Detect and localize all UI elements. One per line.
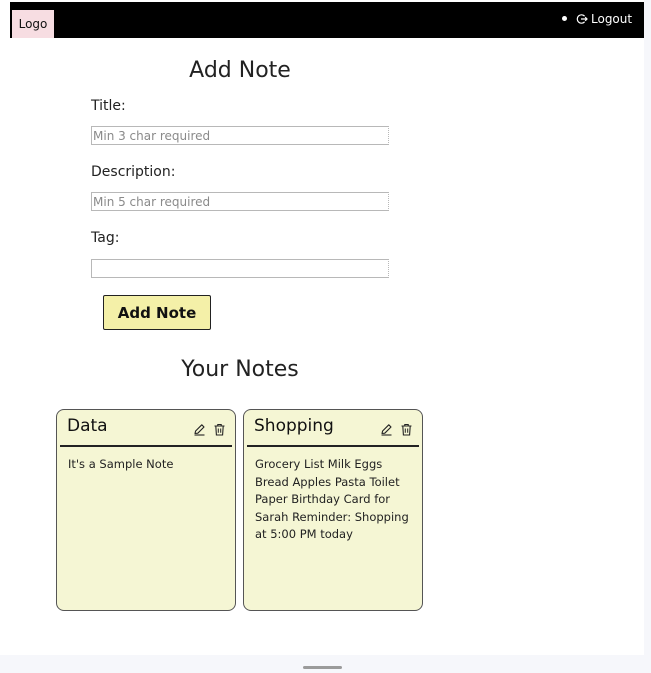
note-actions — [193, 423, 226, 436]
your-notes-heading: Your Notes — [181, 357, 299, 382]
description-label: Description: — [91, 164, 176, 180]
note-divider — [247, 445, 419, 447]
logout-icon — [576, 13, 588, 25]
note-card: Data It's a Sample Note — [56, 409, 236, 611]
home-indicator — [303, 666, 342, 669]
note-divider — [60, 445, 232, 447]
tag-label: Tag: — [91, 230, 120, 246]
logout-link[interactable]: Logout — [576, 10, 632, 28]
title-input[interactable] — [91, 126, 389, 145]
nav-bullet — [562, 16, 567, 21]
note-title: Shopping — [254, 416, 334, 436]
note-title: Data — [67, 416, 108, 436]
tag-input[interactable] — [91, 259, 389, 278]
navbar: Logo Logout — [10, 2, 644, 38]
description-input[interactable] — [91, 192, 389, 211]
add-note-heading: Add Note — [189, 58, 291, 83]
title-label: Title: — [91, 98, 126, 114]
note-description: It's a Sample Note — [68, 457, 174, 471]
logout-label: Logout — [591, 12, 633, 26]
note-description: Grocery List Milk Eggs Bread Apples Past… — [255, 457, 409, 541]
page: Logo Logout Add Note Title: Description:… — [0, 0, 644, 655]
trash-icon[interactable] — [400, 423, 413, 436]
trash-icon[interactable] — [213, 423, 226, 436]
add-note-button[interactable]: Add Note — [103, 295, 211, 330]
logo[interactable]: Logo — [12, 10, 54, 38]
edit-icon[interactable] — [380, 423, 393, 436]
note-actions — [380, 423, 413, 436]
edit-icon[interactable] — [193, 423, 206, 436]
note-card: Shopping Grocery List Milk Eggs Bread Ap… — [243, 409, 423, 611]
